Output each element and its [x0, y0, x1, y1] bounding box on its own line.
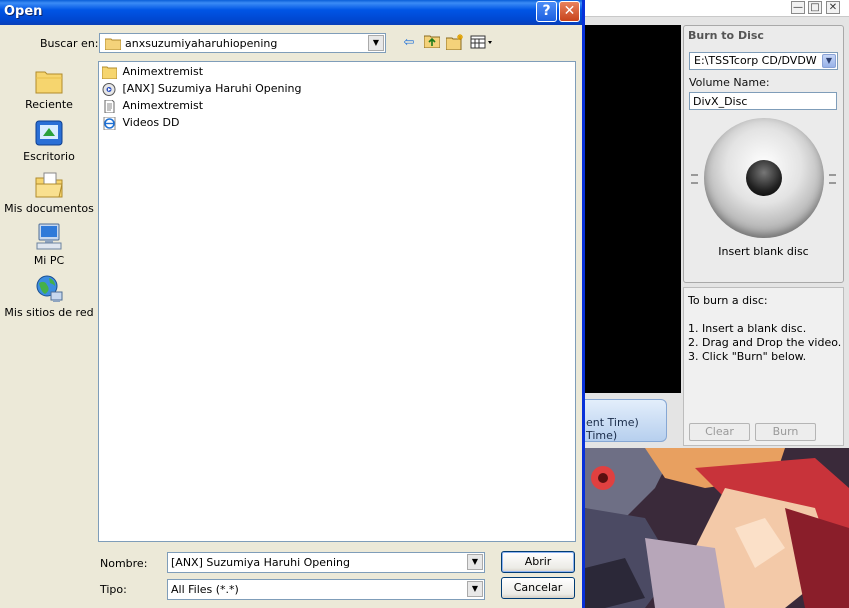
place-mis-documentos[interactable]: Mis documentos	[4, 170, 94, 215]
file-type-select[interactable]: All Files (*.*) ▼	[167, 579, 485, 600]
place-label: Reciente	[25, 98, 73, 111]
up-folder-icon[interactable]	[423, 34, 441, 52]
burn-button[interactable]: Burn	[755, 423, 816, 441]
list-item[interactable]: Animextremist	[102, 64, 203, 80]
place-label: Mi PC	[33, 254, 65, 267]
burn-panel-title: Burn to Disc	[688, 29, 764, 42]
folder-icon	[102, 66, 117, 79]
dialog-titlebar[interactable]: Open ? ✕	[0, 0, 582, 25]
place-reciente[interactable]: Reciente	[4, 66, 94, 111]
file-type-value: All Files (*.*)	[171, 583, 239, 596]
right-notch	[829, 174, 836, 184]
background-app-titlebar: — □ ✕	[583, 0, 849, 17]
look-in-value: anxsuzumiyaharuhiopening	[125, 37, 278, 50]
volume-name-label: Volume Name:	[689, 76, 770, 89]
file-name-value: [ANX] Suzumiya Haruhi Opening	[171, 556, 351, 569]
new-folder-icon[interactable]	[445, 34, 464, 52]
minimize-button[interactable]: —	[791, 1, 805, 14]
view-menu-icon[interactable]	[470, 34, 494, 52]
instruction-step: 3. Click "Burn" below.	[688, 350, 807, 363]
place-label: Mis sitios de red	[4, 306, 94, 319]
instructions-title: To burn a disc:	[688, 294, 768, 307]
time-line: ent Time)	[586, 416, 639, 429]
disc-icon	[704, 118, 824, 238]
close-button[interactable]: ✕	[559, 1, 580, 22]
background-app-window: — □ ✕ ent Time) Time) Burn to Disc E:\TS…	[583, 0, 849, 608]
drive-select[interactable]: E:\TSSTcorp CD/DVDW ▼	[689, 52, 838, 70]
internet-shortcut-icon	[103, 116, 116, 130]
file-name-field[interactable]: [ANX] Suzumiya Haruhi Opening ▼	[167, 552, 485, 573]
close-app-button[interactable]: ✕	[826, 1, 840, 14]
dialog-title: Open	[4, 4, 43, 19]
chevron-down-icon[interactable]: ▼	[822, 54, 836, 68]
my-computer-icon	[36, 223, 62, 250]
place-label: Mis documentos	[4, 202, 94, 215]
chevron-down-icon[interactable]: ▼	[368, 35, 384, 51]
file-name: Animextremist	[122, 99, 204, 112]
open-button[interactable]: Abrir	[501, 551, 575, 573]
burn-instructions-panel: To burn a disc: 1. Insert a blank disc. …	[683, 287, 844, 446]
media-file-icon	[102, 82, 116, 96]
video-artwork	[585, 448, 849, 608]
maximize-button[interactable]: □	[808, 1, 822, 14]
place-mi-pc[interactable]: Mi PC	[4, 222, 94, 267]
file-name-label: Nombre:	[100, 557, 148, 570]
file-type-label: Tipo:	[100, 583, 127, 596]
my-documents-icon	[35, 172, 63, 198]
back-arrow-icon[interactable]: ⇦	[400, 34, 418, 52]
instruction-step: 1. Insert a blank disc.	[688, 322, 807, 335]
burn-to-disc-panel: Burn to Disc E:\TSSTcorp CD/DVDW ▼ Volum…	[683, 25, 844, 283]
place-escritorio[interactable]: Escritorio	[4, 118, 94, 163]
file-list[interactable]: Animextremist [ANX] Suzumiya Haruhi Open…	[98, 61, 576, 542]
file-name: [ANX] Suzumiya Haruhi Opening	[122, 82, 302, 95]
network-places-icon	[36, 275, 63, 302]
open-dialog: Open ? ✕ Buscar en: anxsuzumiyaharuhiope…	[0, 0, 585, 608]
disc-status-text: Insert blank disc	[718, 245, 809, 258]
place-label: Escritorio	[23, 150, 75, 163]
look-in-combo[interactable]: anxsuzumiyaharuhiopening ▼	[99, 33, 386, 53]
look-in-label: Buscar en:	[40, 37, 99, 50]
recent-folder-icon	[35, 71, 63, 94]
list-item[interactable]: Animextremist	[102, 98, 203, 114]
list-item[interactable]: [ANX] Suzumiya Haruhi Opening	[102, 81, 302, 97]
volume-name-input[interactable]	[689, 92, 837, 110]
video-preview	[585, 25, 681, 393]
desktop-icon	[35, 120, 63, 146]
chevron-down-icon[interactable]: ▼	[467, 554, 483, 570]
folder-icon	[105, 38, 121, 50]
text-file-icon	[104, 99, 115, 113]
disc-hole	[746, 160, 782, 196]
time-display: ent Time) Time)	[585, 399, 667, 442]
instruction-step: 2. Drag and Drop the video.	[688, 336, 842, 349]
cancel-button[interactable]: Cancelar	[501, 577, 575, 599]
left-notch	[691, 174, 698, 184]
chevron-down-icon[interactable]: ▼	[467, 581, 483, 597]
list-item[interactable]: Videos DD	[102, 115, 180, 131]
time-line: Time)	[586, 429, 618, 442]
places-bar: Reciente Escritorio Mis documentos Mi PC…	[4, 62, 94, 332]
place-mis-sitios-de-red[interactable]: Mis sitios de red	[4, 274, 94, 319]
file-name: Videos DD	[122, 116, 180, 129]
clear-button[interactable]: Clear	[689, 423, 750, 441]
drive-value: E:\TSSTcorp CD/DVDW	[694, 54, 817, 67]
help-button[interactable]: ?	[536, 1, 557, 22]
file-name: Animextremist	[122, 65, 204, 78]
